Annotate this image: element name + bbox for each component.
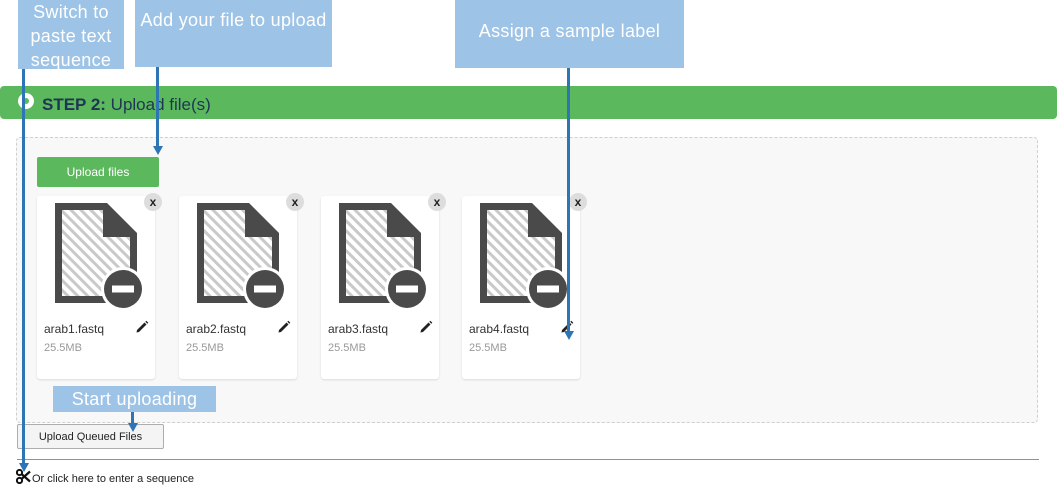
step-bullet-icon — [18, 93, 34, 109]
file-name: arab3.fastq — [328, 322, 389, 336]
file-icon — [339, 203, 429, 308]
file-card: x arab1.fastq 25.5MB — [37, 193, 162, 379]
file-name: arab4.fastq — [469, 322, 530, 336]
annotation-switch-callout: Switch to paste text sequence — [18, 0, 124, 70]
pencil-icon[interactable] — [419, 320, 433, 334]
step-title: STEP 2: Upload file(s) — [42, 95, 211, 115]
pencil-icon[interactable] — [135, 320, 149, 334]
arrow-head — [152, 146, 163, 155]
file-card: x arab2.fastq 25.5MB — [179, 193, 304, 379]
file-size: 25.5MB — [186, 342, 224, 354]
step-number: STEP 2: — [42, 95, 106, 114]
file-name: arab2.fastq — [186, 322, 247, 336]
file-size: 25.5MB — [469, 342, 507, 354]
enter-sequence-link[interactable]: Or click here to enter a sequence — [32, 473, 194, 485]
remove-file-button[interactable]: x — [286, 193, 304, 211]
arrow-line — [22, 69, 25, 464]
arrow-line — [567, 68, 570, 333]
file-size: 25.5MB — [44, 342, 82, 354]
file-icon — [480, 203, 570, 308]
upload-files-button[interactable]: Upload files — [37, 157, 159, 187]
arrow-head — [18, 463, 29, 472]
file-name: arab1.fastq — [44, 322, 105, 336]
annotation-start-upload-callout: Start uploading — [53, 386, 216, 412]
arrow-head — [127, 423, 138, 432]
file-icon — [197, 203, 287, 308]
upload-queued-files-button[interactable]: Upload Queued Files — [17, 424, 164, 449]
file-icon — [55, 203, 145, 308]
section-divider — [17, 459, 1039, 460]
annotation-assign-label-callout: Assign a sample label — [455, 0, 684, 68]
arrow-head — [563, 331, 574, 340]
file-card: x arab3.fastq 25.5MB — [321, 193, 446, 379]
remove-file-button[interactable]: x — [569, 193, 587, 211]
remove-file-button[interactable]: x — [144, 193, 162, 211]
annotation-add-file-callout: Add your file to upload — [135, 0, 332, 67]
remove-file-button[interactable]: x — [428, 193, 446, 211]
file-card: x arab4.fastq 25.5MB — [462, 193, 587, 379]
file-size: 25.5MB — [328, 342, 366, 354]
arrow-line — [156, 67, 159, 146]
pencil-icon[interactable] — [277, 320, 291, 334]
